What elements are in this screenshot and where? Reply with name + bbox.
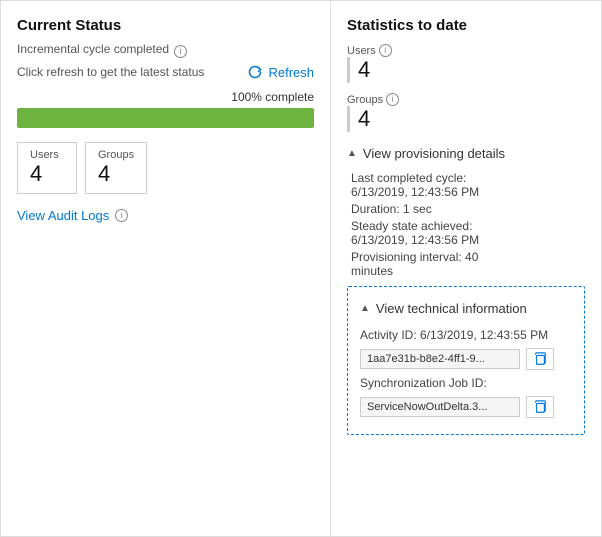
- cycle-info-icon[interactable]: i: [174, 45, 187, 58]
- copy-icon-sync: [533, 400, 547, 414]
- duration-row: Duration: 1 sec: [347, 202, 585, 216]
- steady-state-row: Steady state achieved: 6/13/2019, 12:43:…: [347, 219, 585, 247]
- sync-job-label: Synchronization Job ID:: [360, 376, 572, 390]
- technical-box: ▲ View technical information Activity ID…: [347, 286, 585, 435]
- audit-logs-label: View Audit Logs: [17, 208, 109, 223]
- activity-id-copy-row: 1aa7e31b-b8e2-4ff1-9...: [360, 348, 572, 370]
- right-groups-label: Groups: [347, 94, 383, 106]
- right-panel: Statistics to date Users i 4 Groups i 4 …: [331, 1, 601, 536]
- sync-job-input: ServiceNowOutDelta.3...: [360, 397, 520, 417]
- activity-id-label: Activity ID: 6/13/2019, 12:43:55 PM: [360, 328, 572, 342]
- progress-bar-background: [17, 108, 314, 128]
- refresh-icon: [247, 64, 263, 80]
- copy-icon-activity: [533, 352, 547, 366]
- audit-info-icon[interactable]: i: [115, 209, 128, 222]
- left-panel: Current Status Incremental cycle complet…: [1, 1, 331, 536]
- right-users-info-icon[interactable]: i: [379, 44, 392, 57]
- left-groups-value: 4: [98, 161, 134, 187]
- left-users-value: 4: [30, 161, 64, 187]
- cycle-text: Incremental cycle completed: [17, 42, 169, 56]
- last-cycle-value: 6/13/2019, 12:43:56 PM: [351, 185, 479, 199]
- technical-details: Activity ID: 6/13/2019, 12:43:55 PM 1aa7…: [360, 328, 572, 418]
- left-groups-label: Groups: [98, 149, 134, 161]
- interval-row: Provisioning interval: 40 minutes: [347, 250, 585, 278]
- last-cycle-label: Last completed cycle:: [351, 171, 466, 185]
- interval-label: Provisioning interval: 40: [351, 250, 478, 264]
- left-stats-row: Users 4 Groups 4: [17, 142, 314, 194]
- activity-id-copy-btn[interactable]: [526, 348, 554, 370]
- right-groups-info-icon[interactable]: i: [386, 93, 399, 106]
- technical-accordion-btn[interactable]: ▲ View technical information: [360, 297, 527, 320]
- technical-chevron-icon: ▲: [360, 303, 370, 314]
- audit-logs-link[interactable]: View Audit Logs: [17, 208, 109, 223]
- technical-accordion-label: View technical information: [376, 301, 527, 316]
- right-users-item: Users i 4: [347, 44, 585, 83]
- progress-bar-fill: [17, 108, 314, 128]
- left-groups-box: Groups 4: [85, 142, 147, 194]
- right-groups-value: 4: [347, 106, 585, 132]
- sync-job-copy-btn[interactable]: [526, 396, 554, 418]
- provisioning-details: Last completed cycle: 6/13/2019, 12:43:5…: [347, 171, 585, 278]
- provisioning-accordion-label: View provisioning details: [363, 146, 505, 161]
- sync-job-copy-row: ServiceNowOutDelta.3...: [360, 396, 572, 418]
- steady-state-value: 6/13/2019, 12:43:56 PM: [351, 233, 479, 247]
- last-cycle-row: Last completed cycle: 6/13/2019, 12:43:5…: [347, 171, 585, 199]
- progress-label: 100% complete: [17, 90, 314, 104]
- activity-id-input: 1aa7e31b-b8e2-4ff1-9...: [360, 349, 520, 369]
- right-panel-title: Statistics to date: [347, 17, 585, 34]
- left-panel-title: Current Status: [17, 17, 314, 34]
- right-users-value: 4: [347, 57, 585, 83]
- left-users-label: Users: [30, 149, 59, 161]
- provisioning-accordion-btn[interactable]: ▲ View provisioning details: [347, 142, 505, 165]
- refresh-label: Refresh: [268, 65, 314, 80]
- refresh-button[interactable]: Refresh: [247, 64, 314, 80]
- left-users-box: Users 4: [17, 142, 77, 194]
- right-groups-item: Groups i 4: [347, 93, 585, 132]
- refresh-row: Click refresh to get the latest status R…: [17, 64, 314, 80]
- right-users-label: Users: [347, 45, 376, 57]
- click-refresh-text: Click refresh to get the latest status: [17, 65, 204, 79]
- provisioning-chevron-icon: ▲: [347, 148, 357, 159]
- steady-state-label: Steady state achieved:: [351, 219, 472, 233]
- interval-unit: minutes: [351, 264, 393, 278]
